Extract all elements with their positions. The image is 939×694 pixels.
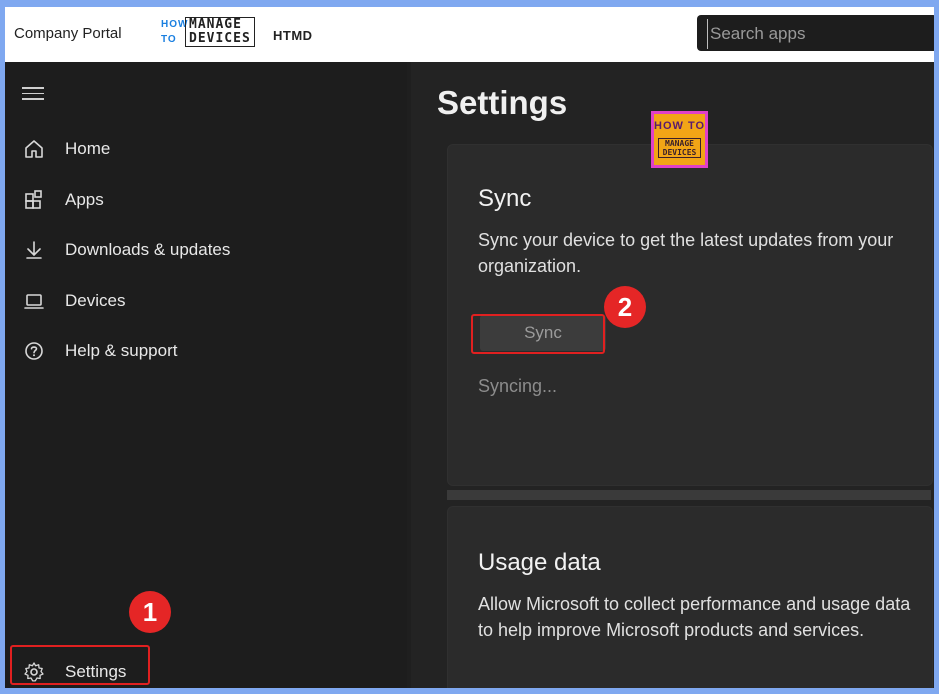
sidebar-item-label: Apps	[65, 190, 104, 209]
page-title: Settings	[437, 84, 568, 121]
download-icon	[26, 241, 42, 259]
apps-icon	[25, 190, 42, 209]
help-icon	[25, 342, 43, 360]
watermark-box: MANAGE DEVICES	[658, 138, 701, 158]
sidebar-item-label: Help & support	[65, 341, 178, 360]
sidebar-item-devices[interactable]: Devices	[5, 281, 407, 321]
logo-howto: HOW TO	[161, 19, 189, 45]
sidebar-item-help[interactable]: Help & support	[5, 331, 407, 371]
app-title: Company Portal	[14, 25, 122, 42]
search-input[interactable]	[707, 19, 932, 49]
brand-logo: HOW TO MANAGE DEVICES	[161, 17, 261, 51]
sidebar-item-label: Downloads & updates	[65, 240, 231, 259]
brand-name: HTMD	[273, 28, 313, 43]
menu-icon[interactable]	[22, 83, 44, 103]
logo-manage-devices: MANAGE DEVICES	[185, 17, 255, 47]
usage-data-card: Usage data Allow Microsoft to collect pe…	[447, 506, 933, 688]
sidebar-item-label: Home	[65, 139, 111, 158]
sync-highlight-box	[471, 314, 605, 354]
usage-heading: Usage data	[478, 549, 601, 576]
home-icon	[25, 140, 43, 158]
step-badge-1: 1	[129, 591, 171, 633]
app-window: Company Portal HOW TO MANAGE DEVICES HTMD …	[5, 7, 934, 688]
title-bar: Company Portal HOW TO MANAGE DEVICES HTMD	[5, 7, 934, 62]
watermark-logo: HOW TO MANAGE DEVICES	[651, 111, 708, 168]
section-divider	[447, 490, 931, 500]
sidebar-item-home[interactable]: Home	[5, 129, 407, 169]
sidebar-item-label: Devices	[65, 291, 126, 310]
sidebar-item-apps[interactable]: Apps	[5, 180, 407, 220]
watermark-howto: HOW TO	[654, 120, 706, 132]
sync-status: Syncing...	[478, 376, 558, 396]
step-badge-2: 2	[604, 286, 646, 328]
sidebar: Home Apps Downloads & updates Devices He…	[5, 62, 407, 688]
settings-highlight-box	[10, 645, 150, 685]
laptop-icon	[24, 294, 44, 309]
sync-description: Sync your device to get the latest updat…	[478, 230, 894, 276]
usage-description: Allow Microsoft to collect performance a…	[478, 594, 911, 640]
sidebar-item-downloads[interactable]: Downloads & updates	[5, 230, 407, 270]
search-box[interactable]	[697, 15, 934, 51]
sync-heading: Sync	[478, 185, 532, 212]
